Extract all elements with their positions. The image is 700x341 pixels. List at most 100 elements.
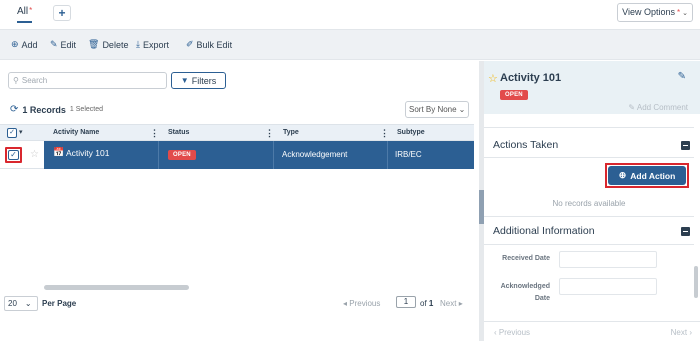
records-summary: ⟳ 1 Records 1 Selected (10, 104, 103, 115)
pencil-icon[interactable]: ✎ (678, 71, 686, 82)
trash-icon: 🗑 (88, 39, 100, 49)
records-count: 1 Records (22, 104, 66, 115)
grid-header: ✓ ▾ Activity Name ⋮ Status ⋮ Type ⋮ Subt… (0, 124, 474, 141)
delete-button[interactable]: 🗑 Delete (88, 39, 128, 50)
previous-record-label: Previous (498, 328, 531, 337)
chevron-down-icon: ⌄ (24, 299, 32, 308)
row-checkbox[interactable]: ✓ (8, 150, 19, 160)
detail-panel: ☆ Activity 101 ✎ OPEN ✎ Add Comment Acti… (484, 61, 700, 341)
of-label: of (420, 299, 427, 308)
star-icon[interactable]: ☆ (30, 149, 39, 160)
cell-status: OPEN (159, 141, 274, 169)
search-placeholder: Search (21, 76, 48, 85)
export-button[interactable]: ⤓ Export (136, 39, 169, 50)
collapse-icon[interactable] (681, 227, 690, 236)
bulk-edit-button[interactable]: ✐ Bulk Edit (186, 39, 232, 50)
received-date-label: Received Date (502, 255, 550, 262)
selected-count: 1 Selected (69, 106, 104, 113)
cell-activity-name[interactable]: 📅 Activity 101 (44, 141, 159, 169)
previous-page-button[interactable]: ◂ Previous (343, 299, 380, 308)
chevron-left-icon: ◂ (343, 299, 348, 308)
divider (484, 244, 694, 245)
per-page-label: Per Page (42, 299, 77, 308)
add-action-label: Add Action (630, 170, 676, 181)
view-options-dropdown[interactable]: View Options * ⌄ (617, 3, 693, 22)
search-input[interactable]: ⚲ Search (8, 72, 167, 89)
select-all-checkbox[interactable]: ✓ (7, 128, 17, 138)
tab-all[interactable]: All* (17, 6, 33, 23)
column-header-type[interactable]: Type (283, 125, 299, 141)
next-record-button[interactable]: Next › (671, 328, 692, 337)
plus-circle-icon: ⊕ (11, 39, 19, 49)
acknowledged-date-field[interactable] (559, 278, 657, 295)
divider (484, 127, 694, 128)
add-comment-button[interactable]: ✎ Add Comment (628, 103, 688, 112)
export-button-label: Export (142, 39, 169, 50)
cell-type: Acknowledgement (274, 141, 388, 169)
add-button-label: Add (21, 39, 38, 50)
tab-bar: All* + View Options * ⌄ (0, 0, 700, 30)
divider (484, 157, 694, 158)
chevron-right-icon: › (689, 328, 692, 337)
total-pages: 1 (428, 299, 434, 308)
type-text: Acknowledgement (282, 150, 348, 159)
subtype-text: IRB/EC (395, 150, 422, 159)
column-menu-icon[interactable]: ⋮ (265, 125, 274, 141)
edit-button[interactable]: ✎ Edit (50, 39, 76, 50)
refresh-icon[interactable]: ⟳ (10, 104, 18, 115)
acknowledged-date-label: Acknowledged Date (500, 283, 550, 302)
column-header-subtype[interactable]: Subtype (397, 125, 425, 141)
next-page-label: Next (440, 299, 457, 308)
add-tab-button[interactable]: + (53, 5, 71, 21)
status-badge: OPEN (168, 150, 196, 160)
next-record-label: Next (670, 328, 688, 337)
star-icon[interactable]: ☆ (488, 72, 498, 85)
detail-title: Activity 101 (500, 72, 562, 84)
view-options-label: View Options (622, 7, 675, 17)
calendar-icon: 📅 (53, 147, 65, 157)
sort-by-label: Sort By None (409, 105, 457, 114)
row-content[interactable]: 📅 Activity 101 OPEN Acknowledgement IRB/… (44, 141, 474, 169)
add-button[interactable]: ⊕ Add (11, 39, 38, 50)
column-menu-icon[interactable]: ⋮ (380, 125, 389, 141)
cell-subtype: IRB/EC (388, 141, 474, 169)
bulk-edit-button-label: Bulk Edit (196, 39, 233, 50)
page-of-text: of 1 (420, 299, 433, 308)
tab-all-label: All (17, 6, 29, 17)
add-action-button[interactable]: ⊕ Add Action (608, 166, 686, 185)
detail-footer: ‹ Previous Next › (484, 321, 700, 341)
no-records-text: No records available (552, 199, 626, 208)
filters-button[interactable]: ▼ Filters (171, 72, 226, 89)
pagination-bar: 20 ⌄ Per Page ◂ Previous 1 of 1 Next ▸ (0, 290, 479, 341)
collapse-icon[interactable] (681, 141, 690, 150)
detail-header: ☆ Activity 101 ✎ OPEN ✎ Add Comment (484, 61, 700, 114)
next-page-button[interactable]: Next ▸ (440, 299, 463, 308)
previous-record-button[interactable]: ‹ Previous (494, 328, 530, 337)
sort-by-dropdown[interactable]: Sort By None ⌄ (405, 101, 469, 118)
per-page-select[interactable]: 20 ⌄ (4, 296, 38, 311)
previous-page-label: Previous (349, 299, 381, 308)
tab-modified-indicator: * (29, 6, 33, 15)
list-panel: ⚲ Search ▼ Filters ⟳ 1 Records 1 Selected … (0, 61, 479, 341)
plus-circle-icon: ⊕ (618, 170, 627, 180)
per-page-value: 20 (8, 299, 17, 308)
received-date-field[interactable] (559, 251, 657, 268)
column-menu-icon[interactable]: ⋮ (150, 125, 159, 141)
actions-taken-title: Actions Taken (493, 139, 559, 151)
view-options-modified-indicator: * (677, 8, 681, 17)
select-menu-caret-icon[interactable]: ▾ (19, 126, 23, 140)
status-badge: OPEN (500, 90, 528, 100)
edit-button-label: Edit (60, 39, 77, 50)
export-icon: ⤓ (136, 39, 140, 49)
vertical-scrollbar[interactable] (694, 266, 698, 298)
search-icon: ⚲ (13, 76, 19, 85)
activity-name-text: Activity 101 (66, 148, 110, 158)
comment-icon: ✎ (628, 103, 636, 112)
column-header-activity-name[interactable]: Activity Name (53, 125, 99, 141)
table-row[interactable]: ✓ ☆ 📅 Activity 101 OPEN Acknowledgement … (0, 141, 474, 169)
column-header-status[interactable]: Status (168, 125, 189, 141)
page-number-input[interactable]: 1 (396, 296, 416, 308)
chevron-down-icon: ⌄ (682, 10, 688, 17)
row-select-cell: ✓ ☆ (0, 141, 44, 169)
pencil-icon: ✎ (50, 39, 58, 49)
